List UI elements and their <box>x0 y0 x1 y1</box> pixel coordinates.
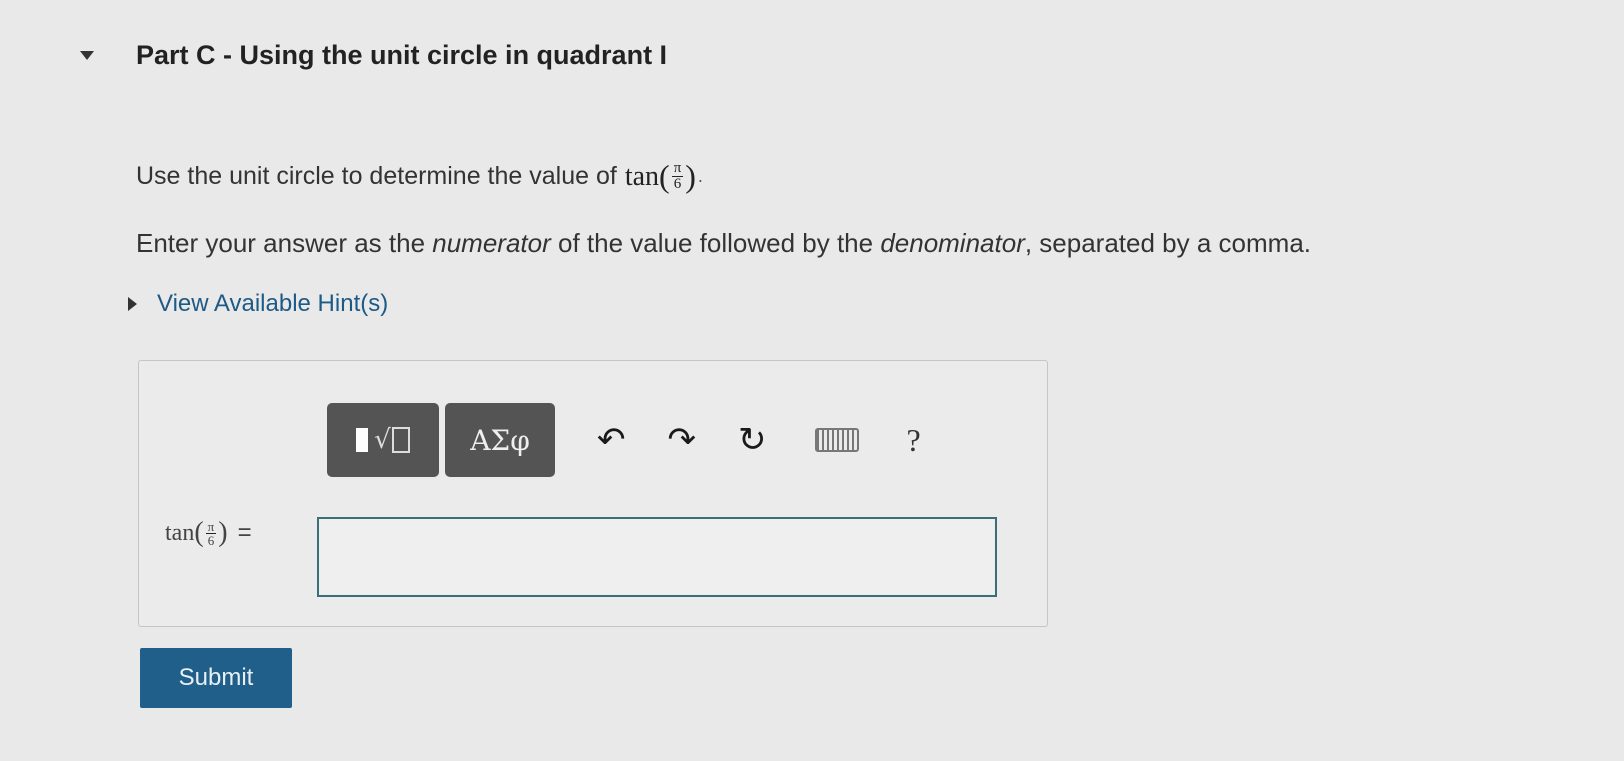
question-math: tan ( π 6 ) <box>624 158 696 194</box>
submit-button[interactable]: Submit <box>140 648 292 708</box>
greek-symbols-button[interactable]: ΑΣφ <box>445 403 555 477</box>
expand-caret-icon <box>128 297 137 311</box>
answer-label-num: π <box>205 518 217 534</box>
instruction-part1: Enter your answer as the <box>136 228 433 258</box>
collapse-caret-icon[interactable] <box>80 51 94 60</box>
help-button[interactable]: ? <box>907 422 921 459</box>
answer-panel: √ ΑΣφ ↶ ↷ ↻ ? tan ( π 6 ) = <box>138 360 1048 627</box>
question-prefix: Use the unit circle to determine the val… <box>136 162 617 190</box>
question-func: tan <box>624 160 660 192</box>
part-title: Part C - Using the unit circle in quadra… <box>136 40 668 70</box>
question-frac-den: 6 <box>673 176 682 192</box>
part-header[interactable]: Part C - Using the unit circle in quadra… <box>80 40 667 71</box>
undo-icon[interactable]: ↶ <box>597 420 626 460</box>
view-hints-link[interactable]: View Available Hint(s) <box>128 290 388 318</box>
instruction-text: Enter your answer as the numerator of th… <box>136 228 1311 259</box>
reset-icon[interactable]: ↻ <box>738 420 767 460</box>
answer-input[interactable] <box>317 517 997 597</box>
question-text: Use the unit circle to determine the val… <box>136 158 703 195</box>
block-icon <box>356 428 369 452</box>
templates-button[interactable]: √ <box>327 403 439 477</box>
question-fraction: π 6 <box>671 160 684 192</box>
instruction-denominator: denominator <box>880 228 1025 258</box>
answer-label-func: tan <box>165 519 195 546</box>
instruction-part2: of the value followed by the <box>550 228 881 258</box>
question-suffix: . <box>697 166 703 186</box>
instruction-part3: , separated by a comma. <box>1024 228 1311 258</box>
radical-icon: √ <box>374 425 410 455</box>
view-hints-label[interactable]: View Available Hint(s) <box>157 290 388 318</box>
keyboard-icon[interactable] <box>814 428 859 452</box>
answer-label-fraction: π 6 <box>205 518 217 548</box>
redo-icon[interactable]: ↷ <box>668 420 697 460</box>
instruction-numerator: numerator <box>432 228 551 258</box>
question-frac-num: π <box>671 160 684 177</box>
math-toolbar: √ ΑΣφ ↶ ↷ ↻ ? <box>327 403 921 477</box>
equals-sign: = <box>237 519 252 546</box>
answer-label-den: 6 <box>207 532 215 548</box>
answer-label: tan ( π 6 ) = <box>165 517 252 548</box>
